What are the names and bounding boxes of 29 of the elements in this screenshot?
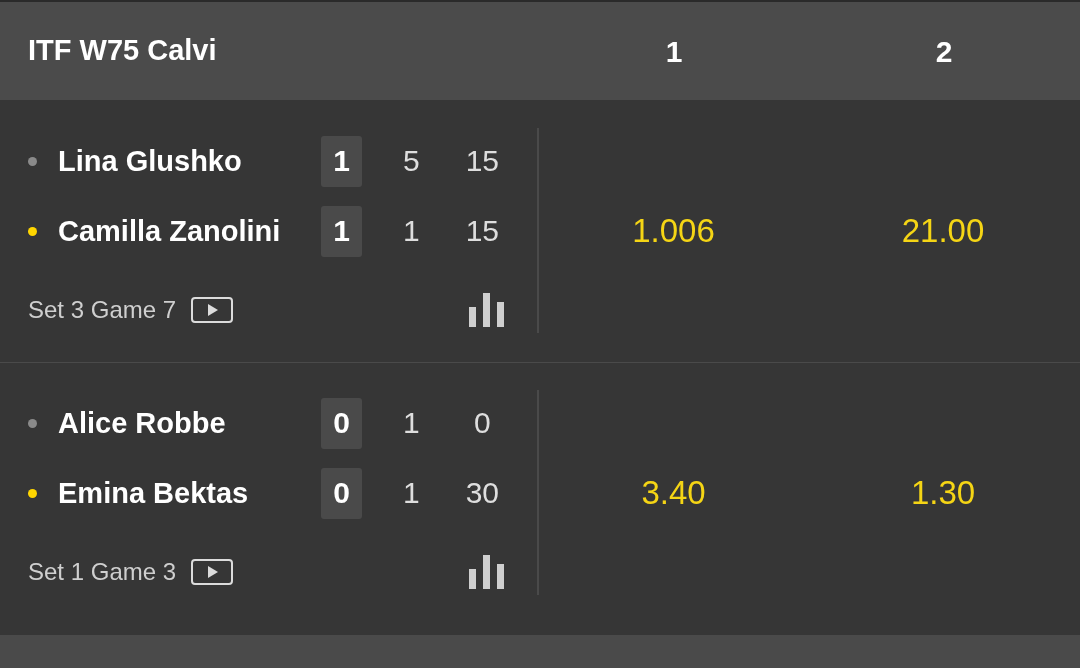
points-score: 30 — [464, 478, 500, 508]
column-heading: 2 — [935, 33, 953, 70]
games-score: 1 — [402, 216, 421, 246]
match-status: Set 3 Game 7 — [28, 295, 177, 325]
player-name: Emina Bektas — [58, 478, 250, 508]
play-video-icon[interactable] — [191, 297, 234, 323]
bar-chart-icon[interactable] — [469, 293, 504, 327]
points-score: 15 — [464, 146, 500, 176]
games-score: 1 — [402, 408, 421, 438]
play-video-icon[interactable] — [191, 559, 234, 585]
odds-button[interactable]: 1.006 — [624, 206, 723, 255]
sets-score: 0 — [320, 397, 363, 449]
sets-score: 1 — [320, 205, 363, 257]
bar-chart-icon[interactable] — [469, 555, 504, 589]
player-name: Lina Glushko — [58, 146, 243, 176]
player-name: Alice Robbe — [58, 408, 227, 438]
player-name: Camilla Zanolini — [58, 216, 282, 246]
games-score: 1 — [402, 478, 421, 508]
points-score: 15 — [464, 216, 500, 246]
sets-score: 1 — [320, 135, 363, 187]
points-score: 0 — [473, 408, 492, 438]
odds-button[interactable]: 1.30 — [902, 468, 984, 517]
tournament-title: ITF W75 Calvi — [28, 34, 217, 67]
odds-button[interactable]: 21.00 — [893, 206, 993, 255]
games-score: 5 — [402, 146, 421, 176]
sets-score: 0 — [320, 467, 363, 519]
odds-button[interactable]: 3.40 — [633, 468, 714, 517]
column-heading: 1 — [665, 33, 683, 70]
match-status: Set 1 Game 3 — [28, 557, 177, 587]
